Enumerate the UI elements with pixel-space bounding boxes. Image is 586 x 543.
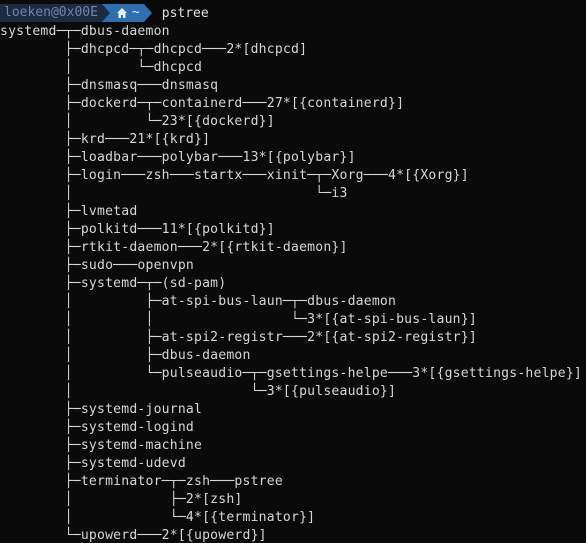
terminal-window[interactable]: loeken@0x00E ~ pstree systemd─┬─dbus-dae… [0,0,586,543]
tree-line: │ │ └─3*[{at-spi-bus-laun}] [0,312,477,327]
tree-line: ├─systemd-journal [0,402,203,417]
prompt-directory: ~ [109,4,144,22]
tree-line: ├─polkitd───11*[{polkitd}] [0,222,275,237]
tree-line: ├─dnsmasq───dnsmasq [0,78,219,93]
shell-prompt: loeken@0x00E ~ pstree [0,4,209,22]
tree-line: ├─loadbar───polybar───13*[{polybar}] [0,150,356,165]
tree-line: ├─login───zsh───startx───xinit─┬─Xorg───… [0,168,469,183]
prompt-separator-end [143,4,152,22]
tree-line: │ └─dhcpcd [0,60,203,75]
typed-command: pstree [161,5,209,21]
tree-line: ├─rtkit-daemon───2*[{rtkit-daemon}] [0,240,348,255]
tree-line: │ ├─dbus-daemon [0,348,251,363]
process-tree-output: systemd─┬─dbus-daemon ├─dhcpcd─┬─dhcpcd─… [0,23,582,543]
tree-line: │ └─4*[{terminator}] [0,510,316,525]
tree-line: │ └─23*[{dockerd}] [0,114,275,129]
prompt-user-host: loeken@0x00E [0,4,102,22]
tree-line: ├─dockerd─┬─containerd───27*[{containerd… [0,96,405,111]
tree-line: │ ├─at-spi-bus-laun─┬─dbus-daemon [0,294,397,309]
prompt-separator [101,4,110,22]
tree-line: │ ├─2*[zsh] [0,492,243,507]
tree-line: ├─terminator─┬─zsh───pstree [0,474,283,489]
prompt-directory-label: ~ [131,5,140,20]
tree-line: ├─krd───21*[{krd}] [0,132,211,147]
tree-line: ├─systemd─┬─(sd-pam) [0,276,227,291]
tree-line: │ └─i3 [0,186,348,201]
tree-line: ├─lvmetad [0,204,138,219]
tree-line: ├─sudo───openvpn [0,258,194,273]
tree-line: ├─systemd-udevd [0,456,186,471]
tree-line: │ ├─at-spi2-registr───2*[{at-spi2-regist… [0,330,477,345]
tree-line: ├─systemd-machine [0,438,203,453]
home-icon [116,8,127,18]
tree-line: ├─systemd-logind [0,420,194,435]
tree-line: ├─dhcpcd─┬─dhcpcd───2*[dhcpcd] [0,42,308,57]
tree-line: systemd─┬─dbus-daemon [0,24,170,39]
tree-line: │ └─pulseaudio─┬─gsettings-helpe───3*[{g… [0,366,582,381]
tree-line: │ └─3*[{pulseaudio}] [0,384,397,399]
tree-line: └─upowerd───2*[{upowerd}] [0,528,267,543]
